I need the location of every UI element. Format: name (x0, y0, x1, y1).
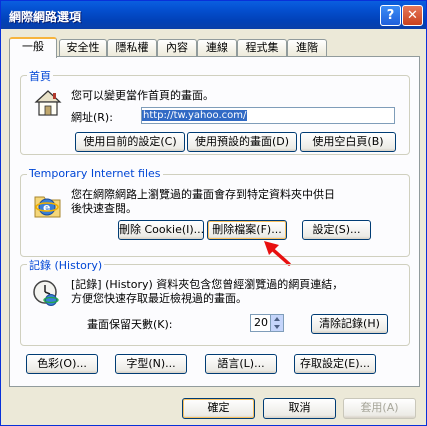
spinner-arrows[interactable] (270, 315, 283, 331)
tab-privacy[interactable]: 隱私權 (107, 39, 157, 57)
temp-files-group: Temporary Internet files e 您在網際網路上瀏覽過的畫面… (20, 167, 410, 266)
history-clock-icon (33, 280, 59, 306)
home-page-group: 首頁 您可以變更當作首頁的畫面。 網址(R): http://tw.yahoo.… (20, 68, 410, 155)
tab-general[interactable]: 一般 (9, 37, 57, 58)
home-group-title: 首頁 (27, 68, 53, 84)
use-blank-button[interactable]: 使用空白頁(B) (300, 132, 396, 152)
delete-files-button[interactable]: 刪除檔案(F)... (207, 220, 287, 240)
tab-security[interactable]: 安全性 (59, 39, 107, 57)
tab-programs[interactable]: 程式集 (237, 39, 287, 57)
use-current-button[interactable]: 使用目前的設定(C) (75, 132, 185, 152)
address-label: 網址(R): (71, 111, 113, 124)
temp-settings-button[interactable]: 設定(S)... (302, 220, 371, 240)
clear-history-button[interactable]: 清除記錄(H) (311, 314, 388, 334)
title-bar[interactable]: 網際網路選項 ? ✕ (1, 1, 426, 29)
history-description-line2: 方便您快速存取最近檢視過的畫面。 (71, 292, 247, 305)
house-icon (34, 90, 62, 116)
languages-button[interactable]: 語言(L)... (205, 354, 277, 374)
delete-cookies-button[interactable]: 刪除 Cookie(I)... (118, 220, 204, 240)
tab-connections[interactable]: 連線 (197, 39, 237, 57)
ie-folder-icon: e (34, 196, 61, 218)
help-button[interactable]: ? (380, 5, 401, 26)
cancel-button[interactable]: 取消 (263, 398, 336, 419)
tab-content[interactable]: 內容 (157, 39, 197, 57)
colors-button[interactable]: 色彩(O)... (26, 354, 98, 374)
general-tab-panel: 首頁 您可以變更當作首頁的畫面。 網址(R): http://tw.yahoo.… (9, 56, 420, 387)
address-value: http://tw.yahoo.com/ (142, 110, 248, 121)
history-group: 記錄 (History) [記錄] (History) 資料夾包含您曾經瀏覽過的… (20, 257, 410, 346)
red-arrow-icon (264, 241, 291, 266)
fonts-button[interactable]: 字型(N)... (115, 354, 187, 374)
days-value: 20 (254, 316, 268, 329)
temp-group-title: Temporary Internet files (27, 167, 163, 180)
window-title: 網際網路選項 (9, 10, 82, 24)
history-group-title: 記錄 (History) (27, 257, 105, 273)
ok-button[interactable]: 確定 (182, 398, 255, 419)
home-description: 您可以變更當作首頁的畫面。 (71, 89, 214, 102)
temp-description-line2: 後快速查閱。 (71, 202, 137, 215)
spin-down-icon[interactable] (274, 325, 280, 329)
close-button[interactable]: ✕ (402, 5, 423, 26)
accessibility-button[interactable]: 存取設定(E)... (294, 354, 376, 374)
use-default-button[interactable]: 使用預設的畫面(D) (187, 132, 297, 152)
days-label: 畫面保留天數(K): (87, 318, 173, 331)
internet-options-dialog: 網際網路選項 ? ✕ 一般 安全性 隱私權 內容 連線 程式集 進階 首頁 您可… (0, 0, 427, 426)
address-input[interactable]: http://tw.yahoo.com/ (141, 107, 395, 124)
apply-button[interactable]: 套用(A) (343, 398, 416, 419)
tab-advanced[interactable]: 進階 (287, 39, 327, 57)
days-spinner[interactable]: 20 (250, 314, 284, 332)
spin-up-icon[interactable] (274, 317, 280, 321)
